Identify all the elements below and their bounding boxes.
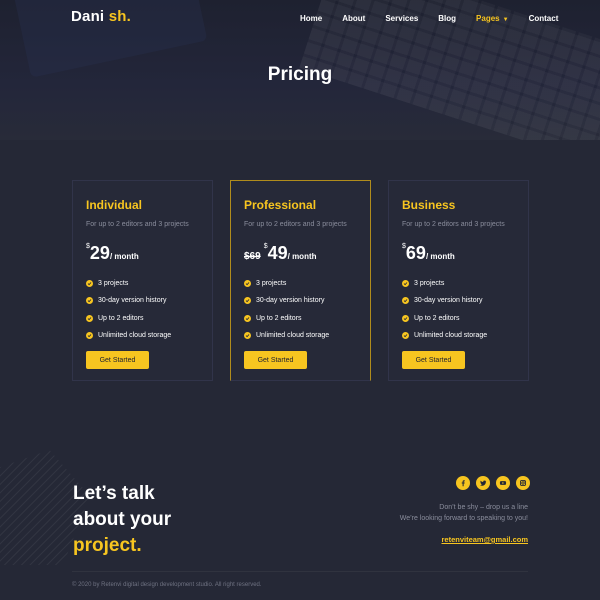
copyright-text: © 2020 by Retenvi digital design develop… <box>72 582 262 588</box>
get-started-button[interactable]: Get Started <box>86 351 149 369</box>
feature-label: 3 projects <box>98 279 129 287</box>
nav-item-about[interactable]: About <box>342 14 365 23</box>
facebook-icon[interactable] <box>456 476 470 490</box>
plan-name: Business <box>402 198 456 212</box>
logo[interactable]: Dani sh. <box>71 8 131 25</box>
feature-item: Unlimited cloud storage <box>86 331 171 341</box>
nav-item-services[interactable]: Services <box>385 14 418 23</box>
plan-price: $29/ month <box>86 243 139 264</box>
twitter-icon[interactable] <box>476 476 490 490</box>
feature-item: Up to 2 editors <box>86 313 171 323</box>
check-icon <box>244 297 251 304</box>
plan-price: $69$49/ month <box>244 243 317 264</box>
contact-text: Don’t be shy – drop us a line We’re look… <box>400 502 528 524</box>
feature-item: Unlimited cloud storage <box>244 331 329 341</box>
feature-label: Unlimited cloud storage <box>98 332 172 339</box>
price-old: $69 <box>244 251 261 262</box>
feature-label: 3 projects <box>414 279 445 287</box>
feature-item: 30-day version history <box>402 296 487 306</box>
plan-name: Professional <box>244 198 317 212</box>
pricing-card-individual: Individual For up to 2 editors and 3 pro… <box>72 180 213 381</box>
feature-item: 30-day version history <box>244 296 329 306</box>
check-icon <box>244 332 251 339</box>
feature-label: 30-day version history <box>98 297 167 304</box>
check-icon <box>86 297 93 304</box>
main-nav: Home About Services Blog Pages ▼ Contact <box>300 12 578 24</box>
plan-price: $69/ month <box>402 243 455 264</box>
check-icon <box>244 314 251 322</box>
social-links <box>456 476 536 490</box>
price-period: / month <box>109 252 139 261</box>
feature-label: 30-day version history <box>414 297 483 304</box>
contact-heading-line1: Let’s talk <box>73 483 155 504</box>
feature-item: 30-day version history <box>86 296 171 306</box>
nav-item-home[interactable]: Home <box>300 14 322 23</box>
feature-label: Unlimited cloud storage <box>414 332 488 339</box>
feature-label: Unlimited cloud storage <box>256 332 330 339</box>
check-icon <box>402 297 409 304</box>
plan-subtitle: For up to 2 editors and 3 projects <box>86 221 189 228</box>
price-amount: 49 <box>267 243 288 263</box>
feature-label: 3 projects <box>256 279 287 287</box>
feature-list: 3 projects 30-day version history Up to … <box>402 278 487 348</box>
feature-label: Up to 2 editors <box>256 314 302 322</box>
check-icon <box>402 332 409 339</box>
plan-name: Individual <box>86 198 143 212</box>
price-period: / month <box>287 252 317 261</box>
contact-heading-accent: project. <box>73 535 142 556</box>
logo-accent: sh. <box>108 8 131 25</box>
feature-item: Up to 2 editors <box>402 313 487 323</box>
nav-item-pages[interactable]: Pages ▼ <box>476 14 509 23</box>
contact-line-1: Don’t be shy – drop us a line <box>439 504 528 511</box>
feature-item: Unlimited cloud storage <box>402 331 487 341</box>
logo-primary: Dani <box>71 8 105 25</box>
price-amount: 29 <box>89 243 110 263</box>
get-started-button[interactable]: Get Started <box>244 351 307 369</box>
feature-item: Up to 2 editors <box>244 313 329 323</box>
footer-divider <box>72 571 528 572</box>
feature-item: 3 projects <box>244 278 329 288</box>
feature-list: 3 projects 30-day version history Up to … <box>244 278 329 348</box>
nav-item-blog[interactable]: Blog <box>438 14 456 23</box>
feature-label: Up to 2 editors <box>414 314 460 322</box>
plan-subtitle: For up to 2 editors and 3 projects <box>402 221 505 228</box>
pricing-card-professional: Professional For up to 2 editors and 3 p… <box>230 180 371 381</box>
check-icon <box>86 279 93 287</box>
feature-item: 3 projects <box>86 278 171 288</box>
feature-item: 3 projects <box>402 278 487 288</box>
check-icon <box>402 279 409 287</box>
price-amount: 69 <box>405 243 426 263</box>
pricing-card-business: Business For up to 2 editors and 3 proje… <box>388 180 529 381</box>
chevron-down-icon: ▼ <box>502 16 509 23</box>
page-title: Pricing <box>267 64 333 85</box>
feature-label: Up to 2 editors <box>98 314 144 322</box>
nav-item-contact[interactable]: Contact <box>529 14 559 23</box>
contact-heading-line2: about your <box>73 509 172 530</box>
check-icon <box>402 314 409 322</box>
feature-list: 3 projects 30-day version history Up to … <box>86 278 171 348</box>
contact-line-2: We’re looking forward to speaking to you… <box>399 515 528 522</box>
instagram-icon[interactable] <box>516 476 530 490</box>
email-link[interactable]: retenviteam@gmail.com <box>441 535 528 544</box>
contact-heading: Let’s talk about your project. <box>73 481 171 559</box>
check-icon <box>86 332 93 339</box>
feature-label: 30-day version history <box>256 297 325 304</box>
check-icon <box>86 314 93 322</box>
youtube-icon[interactable] <box>496 476 510 490</box>
plan-subtitle: For up to 2 editors and 3 projects <box>244 221 347 228</box>
check-icon <box>244 279 251 287</box>
price-period: / month <box>425 252 455 261</box>
get-started-button[interactable]: Get Started <box>402 351 465 369</box>
nav-item-pages-label: Pages <box>476 13 500 23</box>
